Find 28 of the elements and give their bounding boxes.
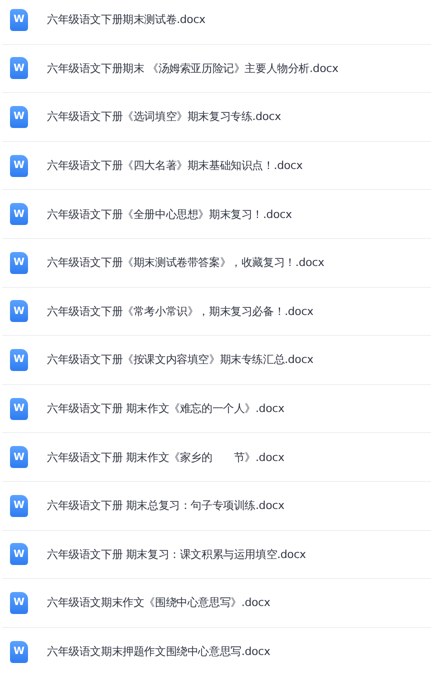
document-icon: W: [10, 592, 28, 614]
file-name[interactable]: 六年级语文下册《四大名著》期末基础知识点！.docx: [47, 158, 303, 174]
file-name[interactable]: 六年级语文期末押题作文围绕中心意思写.docx: [47, 644, 270, 660]
document-icon: W: [10, 252, 28, 274]
file-name[interactable]: 六年级语文下册 期末作文《难忘的一个人》.docx: [47, 401, 284, 416]
document-icon: W: [10, 446, 28, 468]
file-name[interactable]: 六年级语文下册《按课文内容填空》期末专练汇总.docx: [47, 352, 314, 368]
document-icon: W: [10, 300, 28, 322]
file-name[interactable]: 六年级语文下册《期末测试卷带答案》，收藏复习！.docx: [47, 255, 324, 270]
file-name[interactable]: 六年级语文下册期末 《汤姆索亚历险记》主要人物分析.docx: [47, 60, 338, 76]
document-icon: W: [10, 106, 28, 128]
document-icon: W: [10, 8, 28, 31]
document-icon: W: [10, 398, 28, 420]
file-name[interactable]: 六年级语文下册 期末复习：课文积累与运用填空.docx: [47, 546, 306, 562]
file-name[interactable]: 六年级语文下册期末测试卷.docx: [47, 12, 206, 28]
document-icon: W: [10, 348, 28, 371]
file-name[interactable]: 六年级语文下册 期末总复习：句子专项训练.docx: [47, 498, 284, 514]
file-name[interactable]: 六年级语文期末作文《围绕中心意思写》.docx: [47, 595, 270, 610]
file-name[interactable]: 六年级语文下册 期末作文《家乡的 节》.docx: [47, 450, 284, 465]
file-name[interactable]: 六年级语文下册《常考小常识》，期末复习必备！.docx: [47, 304, 314, 319]
document-icon: W: [10, 154, 28, 177]
document-icon: W: [10, 494, 28, 517]
file-name[interactable]: 六年级语文下册《全册中心思想》期末复习！.docx: [47, 206, 292, 222]
document-icon: W: [10, 203, 28, 226]
document-icon: W: [10, 543, 28, 566]
document-icon: W: [10, 640, 28, 663]
file-name[interactable]: 六年级语文下册《选词填空》期末复习专练.docx: [47, 109, 281, 124]
document-icon: W: [10, 57, 28, 80]
